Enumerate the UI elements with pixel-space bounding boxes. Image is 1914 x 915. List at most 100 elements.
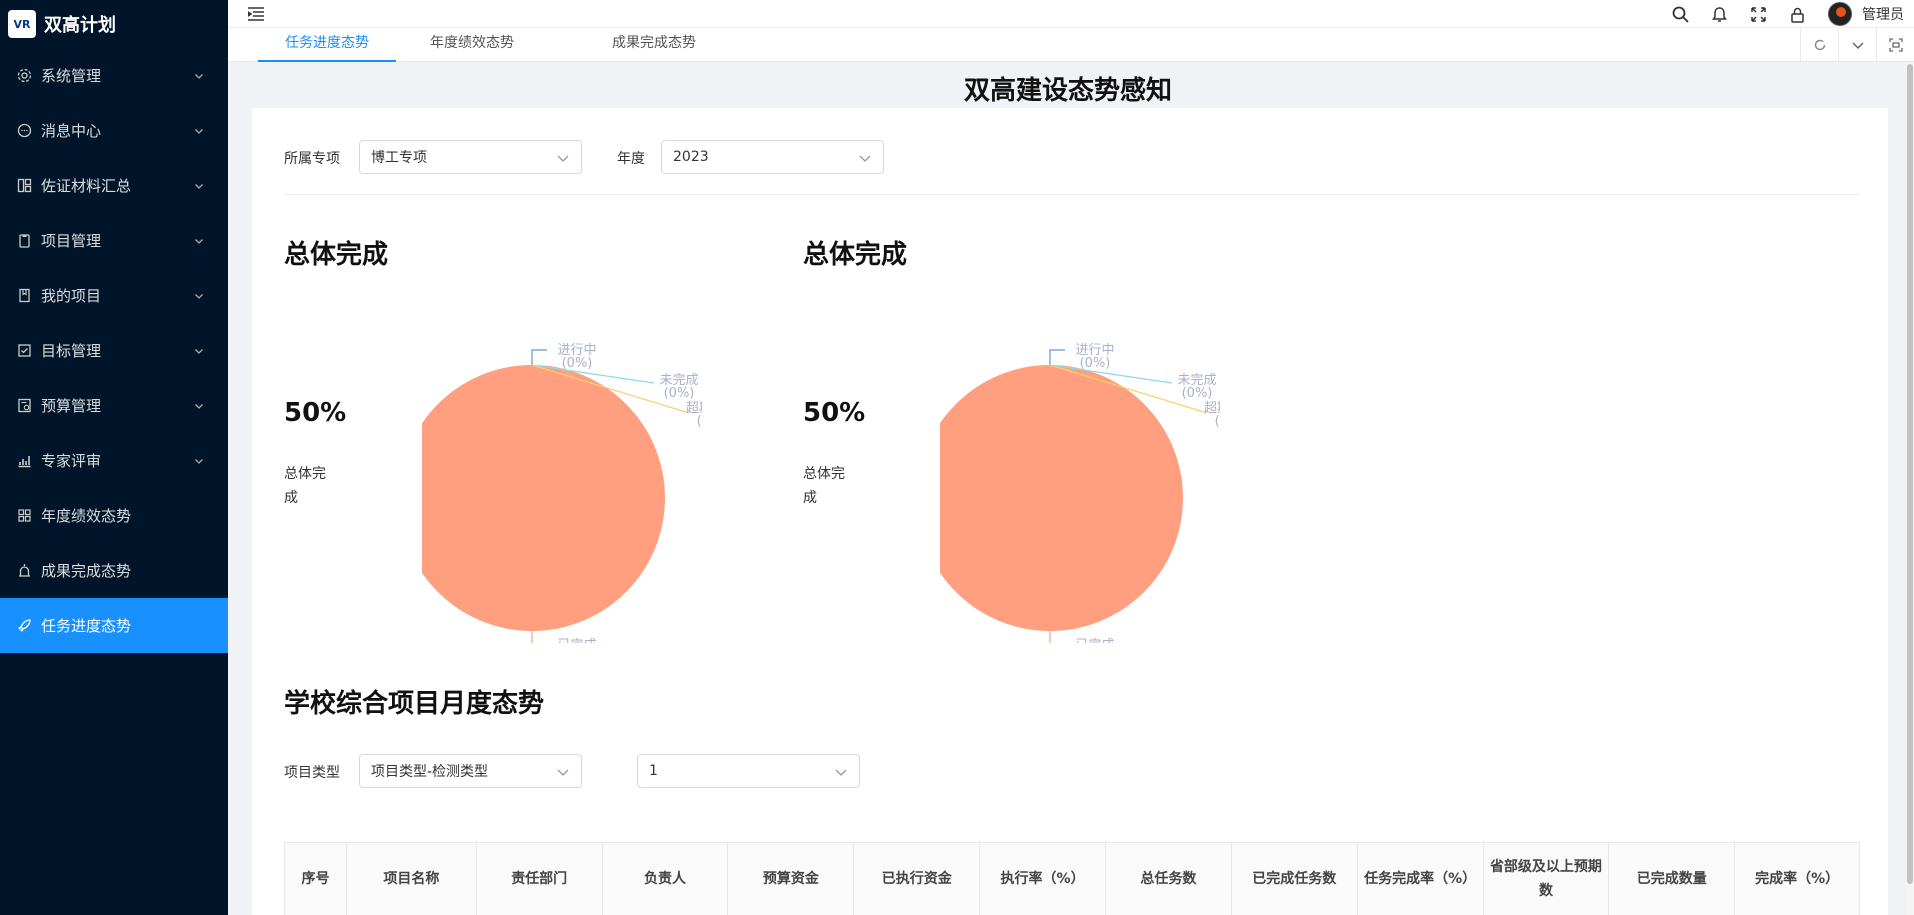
tab-achievement-completion[interactable]: 成果完成态势 <box>600 28 708 62</box>
app-title: 双高计划 <box>44 15 116 36</box>
overall-pie-chart: 进行中(0%)未完成(0%)超期完成(0%)已完成(100%) <box>940 343 1220 643</box>
chevron-down-icon <box>1851 42 1864 50</box>
chevron-down-icon <box>195 403 203 409</box>
pie-label-value: (0%) <box>562 356 593 371</box>
main-card: 所属专项 博工专项 年度 2023 总体完成 50% 总体完成 进行中 (0%) 未… <box>252 108 1888 915</box>
project-type-label: 项目类型 <box>284 765 340 781</box>
table-header-cell: 预算资金 <box>728 843 855 915</box>
sidebar-item-1[interactable]: 消息中心 <box>0 103 228 158</box>
table-header-cell: 项目名称 <box>347 843 477 915</box>
chevron-down-icon <box>195 73 203 79</box>
pie-slice[interactable] <box>422 365 665 631</box>
sidebar-item-6[interactable]: 预算管理 <box>0 378 228 433</box>
scrollbar-thumb[interactable] <box>1907 64 1913 884</box>
table-header-cell: 任务完成率（%） <box>1358 843 1484 915</box>
year-value: 2023 <box>673 149 709 165</box>
sidebar-item-label: 任务进度态势 <box>41 617 132 635</box>
table-header-cell: 已执行资金 <box>854 843 981 915</box>
pie-label-value: (0%) <box>664 386 695 401</box>
sidebar-item-0[interactable]: 系统管理 <box>0 48 228 103</box>
year-select[interactable]: 2023 <box>661 140 884 174</box>
alarm-icon <box>16 563 32 579</box>
logo-icon: VR <box>8 10 36 38</box>
chevron-down-icon <box>195 458 203 464</box>
lock-icon[interactable] <box>1789 6 1806 23</box>
table-header-cell: 总任务数 <box>1106 843 1232 915</box>
chevron-down-icon <box>557 769 569 776</box>
specialty-select[interactable]: 博工专项 <box>359 140 582 174</box>
table-header-cell: 序号 <box>285 843 347 915</box>
pie-label-value: (0%) <box>697 414 702 429</box>
menu-fold-icon[interactable] <box>248 6 264 21</box>
pie-leader-line <box>1049 631 1051 643</box>
sidebar-item-label: 专家评审 <box>41 452 102 470</box>
sidebar-item-10[interactable]: 任务进度态势 <box>0 598 228 653</box>
sidebar-item-3[interactable]: 项目管理 <box>0 213 228 268</box>
table-header-cell: 执行率（%） <box>980 843 1106 915</box>
fullscreen-icon[interactable] <box>1750 6 1767 23</box>
table-header-cell: 已完成任务数 <box>1232 843 1358 915</box>
overall-label: 总体完成 <box>284 466 326 506</box>
bell-icon[interactable] <box>1711 6 1728 23</box>
pie-leader-line <box>531 631 533 643</box>
pie-label-value: (0%) <box>1080 356 1111 371</box>
sidebar-item-label: 佐证材料汇总 <box>41 177 132 195</box>
app-logo[interactable]: VR 双高计划 <box>0 0 228 48</box>
checkbox-icon <box>16 343 32 359</box>
table-header-cell: 已完成数量 <box>1609 843 1736 915</box>
pie-slice[interactable] <box>940 365 1183 631</box>
sidebar-item-label: 年度绩效态势 <box>41 507 132 525</box>
project-table-header: 序号 项目名称 责任部门 负责人 预算资金 已执行资金 执行率（%） 总任务数 已完成任务数 任务… <box>284 842 1860 915</box>
top-header: 管理员 <box>228 0 1914 28</box>
sidebar-item-8[interactable]: 年度绩效态势 <box>0 488 228 543</box>
sidebar-item-label: 我的项目 <box>41 287 102 305</box>
sidebar-item-label: 目标管理 <box>41 342 102 360</box>
month-select[interactable]: 1 <box>637 754 860 788</box>
sidebar-item-7[interactable]: 专家评审 <box>0 433 228 488</box>
sidebar-item-2[interactable]: 佐证材料汇总 <box>0 158 228 213</box>
chevron-down-icon <box>859 155 871 162</box>
monthly-section-title: 学校综合项目月度态势 <box>284 689 545 719</box>
sidebar: VR 双高计划 系统管理消息中心佐证材料汇总 项目管理我的项目目标管理预算管理专家… <box>0 0 228 915</box>
sidebar-menu: 系统管理消息中心佐证材料汇总 项目管理我的项目目标管理预算管理专家评审年度绩效态势… <box>0 48 228 653</box>
sidebar-item-label: 预算管理 <box>41 397 102 415</box>
tab-task-progress[interactable]: 任务进度态势 <box>258 28 396 62</box>
chevron-down-icon <box>195 348 203 354</box>
tab-annual-performance[interactable]: 年度绩效态势 <box>418 28 526 62</box>
sidebar-item-label: 成果完成态势 <box>41 562 132 580</box>
chevron-down-icon <box>195 238 203 244</box>
user-name[interactable]: 管理员 <box>1862 4 1904 24</box>
gear-icon <box>16 68 32 84</box>
pie-leader-line <box>1049 349 1065 365</box>
grid-icon <box>16 178 32 194</box>
chevron-down-icon <box>195 183 203 189</box>
tab-more-button[interactable] <box>1838 28 1876 62</box>
page-scrollbar[interactable] <box>1906 62 1914 915</box>
pie-label-name: 已完成 <box>1075 638 1114 643</box>
month-value: 1 <box>649 763 658 779</box>
pie-leader-line <box>531 349 547 365</box>
clipboard-icon <box>16 233 32 249</box>
search-icon[interactable] <box>1672 6 1689 23</box>
sidebar-item-label: 消息中心 <box>41 122 102 140</box>
budget-icon <box>16 398 32 414</box>
project-type-select[interactable]: 项目类型-检测类型 <box>359 754 582 788</box>
sidebar-item-label: 项目管理 <box>41 232 102 250</box>
pie-label-name: 已完成 <box>557 638 596 643</box>
overall-percent: 50% <box>284 398 347 428</box>
tab-fullscreen-button[interactable] <box>1876 28 1914 62</box>
overall-percent: 50% <box>803 398 866 428</box>
specialty-value: 博工专项 <box>371 150 427 166</box>
year-label: 年度 <box>617 151 645 167</box>
sidebar-item-5[interactable]: 目标管理 <box>0 323 228 378</box>
overall-label: 总体完成 <box>803 466 845 506</box>
sidebar-item-4[interactable]: 我的项目 <box>0 268 228 323</box>
expand-icon <box>1888 38 1903 52</box>
sidebar-item-9[interactable]: 成果完成态势 <box>0 543 228 598</box>
book-icon <box>16 288 32 304</box>
avatar[interactable] <box>1828 2 1852 26</box>
tab-refresh-button[interactable] <box>1800 28 1838 62</box>
filter-divider <box>284 194 1860 195</box>
chart-icon <box>16 453 32 469</box>
overall-title: 总体完成 <box>284 240 389 270</box>
